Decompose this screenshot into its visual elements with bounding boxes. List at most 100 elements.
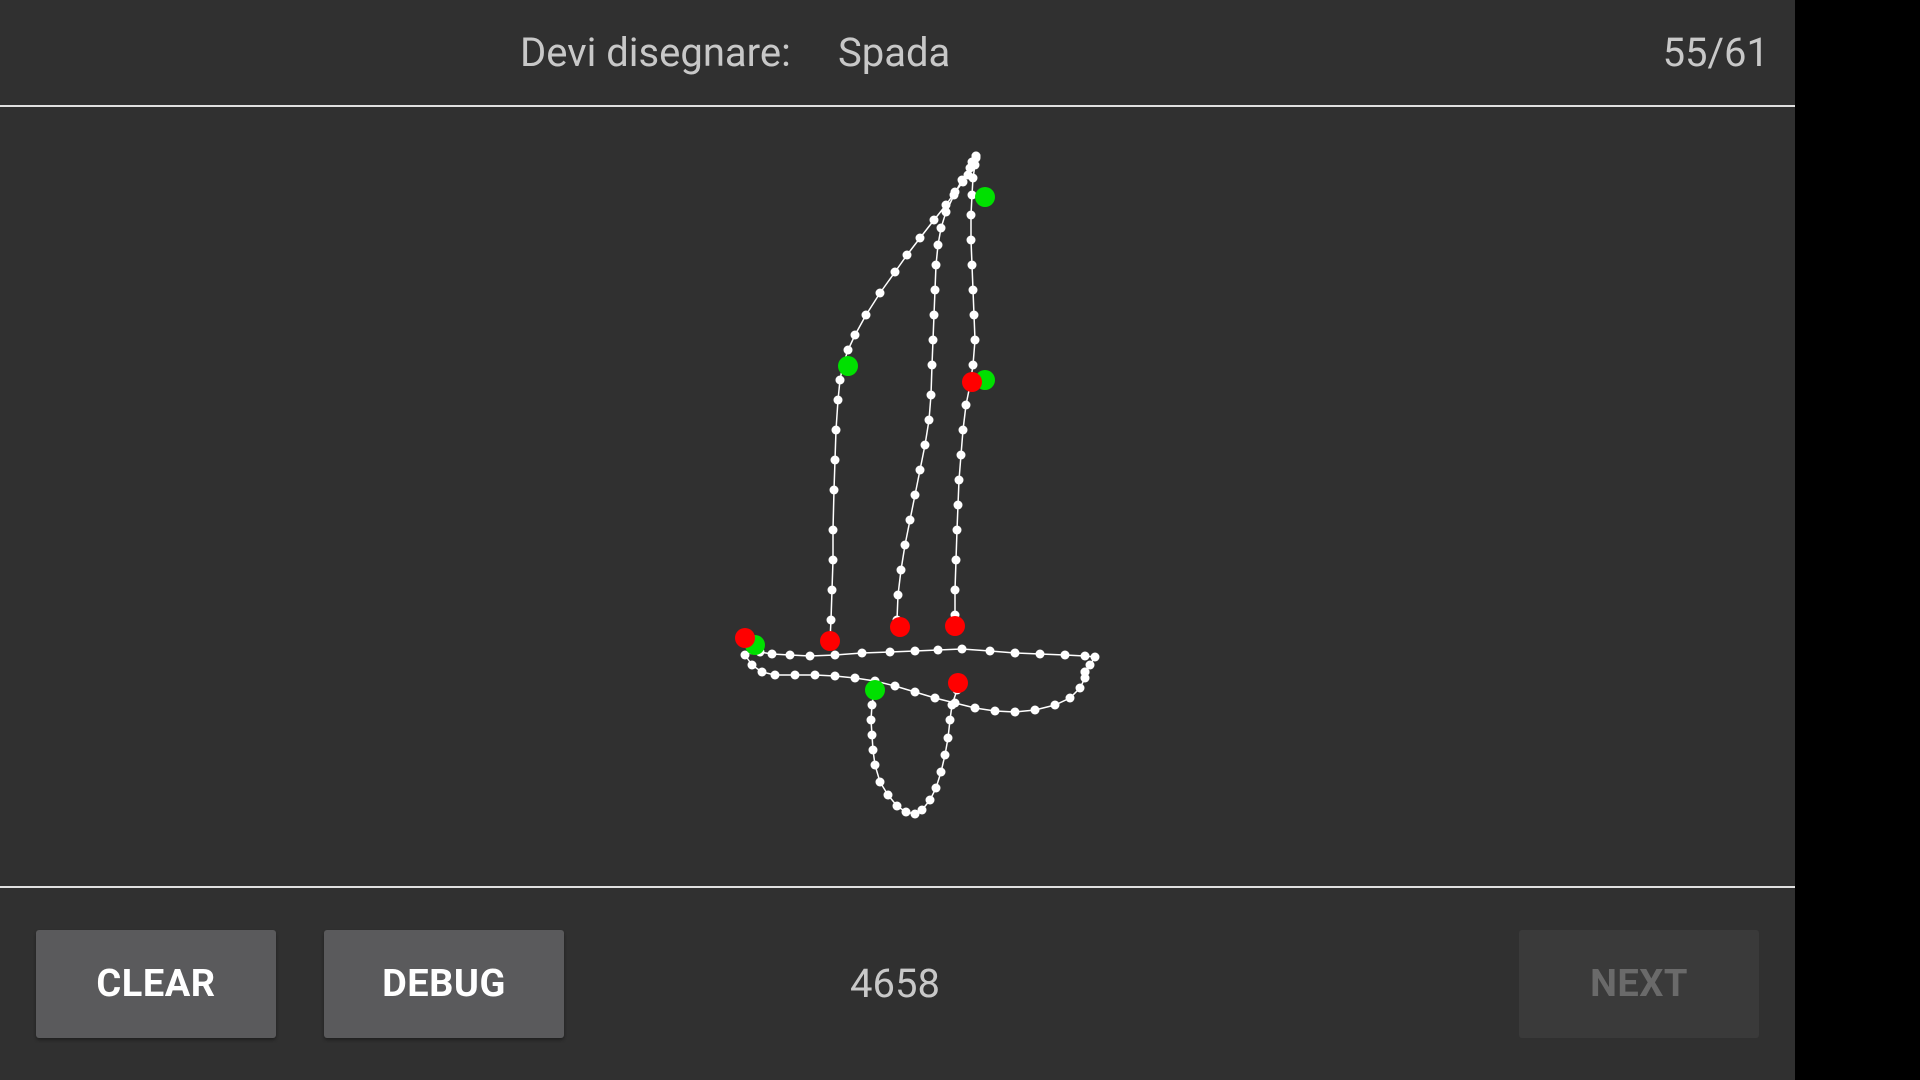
sketch-point bbox=[968, 173, 978, 183]
sketch-point bbox=[790, 670, 800, 680]
sketch-point bbox=[1090, 652, 1100, 662]
sketch-point bbox=[875, 777, 885, 787]
sketch-point bbox=[867, 730, 877, 740]
sketch-point bbox=[956, 450, 966, 460]
sketch-point bbox=[941, 207, 951, 217]
sketch-point bbox=[966, 210, 976, 220]
stroke-end-marker bbox=[948, 673, 968, 693]
sketch-point bbox=[1010, 648, 1020, 658]
sketch-point bbox=[917, 805, 927, 815]
sketch-point bbox=[1060, 650, 1070, 660]
sketch-point bbox=[892, 801, 902, 811]
sketch-point bbox=[927, 360, 937, 370]
sketch-point bbox=[931, 783, 941, 793]
sketch-point bbox=[850, 330, 860, 340]
debug-button[interactable]: DEBUG bbox=[324, 930, 564, 1038]
sketch-point bbox=[951, 555, 961, 565]
clear-button[interactable]: CLEAR bbox=[36, 930, 276, 1038]
sketch-point bbox=[968, 285, 978, 295]
sketch-point bbox=[961, 400, 971, 410]
sketch-point bbox=[867, 700, 877, 710]
sketch-point bbox=[930, 693, 940, 703]
sketch-point bbox=[945, 715, 955, 725]
prompt-word: Spada bbox=[838, 29, 951, 76]
sketch-point bbox=[925, 795, 935, 805]
sketch-stroke-line bbox=[896, 157, 977, 621]
stroke-end-marker bbox=[962, 372, 982, 392]
stroke-end-marker bbox=[945, 616, 965, 636]
sketch-point bbox=[893, 590, 903, 600]
next-button[interactable]: NEXT bbox=[1519, 930, 1759, 1038]
sketch-point bbox=[969, 310, 979, 320]
sketch-point bbox=[965, 163, 975, 173]
sketch-point bbox=[828, 555, 838, 565]
sketch-point bbox=[929, 215, 939, 225]
sketch-point bbox=[770, 670, 780, 680]
sketch-point bbox=[868, 745, 878, 755]
sketch-point bbox=[1065, 693, 1075, 703]
sketch-point bbox=[971, 153, 981, 163]
sketch-point bbox=[833, 395, 843, 405]
stroke-end-marker bbox=[890, 617, 910, 637]
sketch-point bbox=[926, 390, 936, 400]
stroke-end-marker bbox=[735, 628, 755, 648]
sketch-point bbox=[900, 540, 910, 550]
sketch-point bbox=[953, 500, 963, 510]
sketch-point bbox=[970, 703, 980, 713]
sketch-point bbox=[861, 310, 871, 320]
progress-counter: 55/61 bbox=[1662, 29, 1769, 76]
sketch-point bbox=[747, 660, 757, 670]
sketch-point bbox=[957, 175, 967, 185]
sketch-point bbox=[785, 650, 795, 660]
sketch-point bbox=[850, 673, 860, 683]
sketch-point bbox=[896, 565, 906, 575]
sketch-strokes bbox=[740, 151, 1100, 819]
sketch-point bbox=[928, 335, 938, 345]
sketch-point bbox=[1050, 700, 1060, 710]
sketch-point bbox=[936, 223, 946, 233]
drawing-canvas[interactable] bbox=[0, 107, 1795, 886]
sketch-point bbox=[933, 240, 943, 250]
sketch-point bbox=[875, 288, 885, 298]
sketch-point bbox=[958, 425, 968, 435]
screen-edge bbox=[1795, 0, 1920, 1080]
sketch-point bbox=[947, 700, 957, 710]
sketch-point bbox=[930, 285, 940, 295]
stroke-start-marker bbox=[865, 680, 885, 700]
sketch-point bbox=[883, 790, 893, 800]
sketch-point bbox=[843, 345, 853, 355]
sketch-point bbox=[943, 733, 953, 743]
sketch-point bbox=[1035, 649, 1045, 659]
sketch-point bbox=[902, 250, 912, 260]
sketch-stroke-line bbox=[744, 654, 1086, 713]
stroke-end-marker bbox=[820, 631, 840, 651]
score-value: 4658 bbox=[850, 960, 940, 1007]
sketch-point bbox=[835, 375, 845, 385]
stroke-start-marker bbox=[975, 187, 995, 207]
sketch-point bbox=[954, 475, 964, 485]
sketch-point bbox=[1080, 651, 1090, 661]
sketch-point bbox=[949, 190, 959, 200]
sketch-point bbox=[829, 485, 839, 495]
sketch-point bbox=[933, 645, 943, 655]
sketch-point bbox=[767, 649, 777, 659]
sketch-point bbox=[967, 260, 977, 270]
sketch-point bbox=[830, 455, 840, 465]
sketch-point bbox=[966, 235, 976, 245]
header-bar: Devi disegnare: Spada 55/61 bbox=[0, 0, 1795, 106]
sketch-point bbox=[931, 260, 941, 270]
sketch-point bbox=[924, 415, 934, 425]
sketch-point bbox=[985, 646, 995, 656]
sketch-point bbox=[952, 525, 962, 535]
sketch-point bbox=[905, 515, 915, 525]
sketch-point bbox=[910, 490, 920, 500]
sketch-point bbox=[970, 335, 980, 345]
sketch-point bbox=[1030, 705, 1040, 715]
sketch-point bbox=[866, 715, 876, 725]
sketch-point bbox=[950, 585, 960, 595]
sketch-point bbox=[1010, 707, 1020, 717]
sketch-point bbox=[936, 767, 946, 777]
sketch-point bbox=[915, 233, 925, 243]
sketch-point bbox=[831, 425, 841, 435]
sketch-point bbox=[805, 651, 815, 661]
